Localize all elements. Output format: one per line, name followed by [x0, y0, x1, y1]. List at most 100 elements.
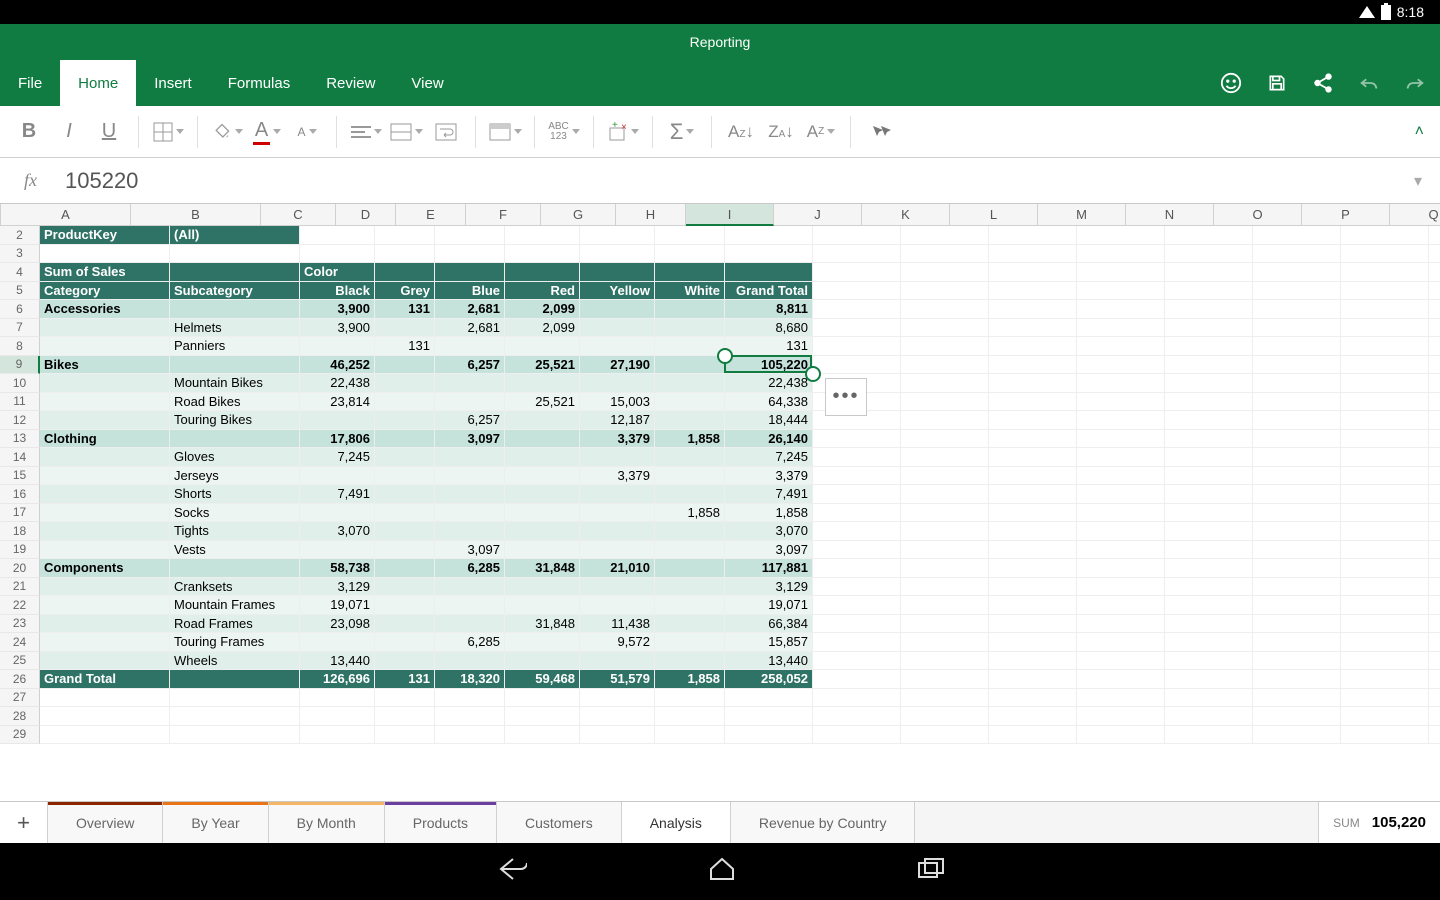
- cell[interactable]: [725, 245, 813, 264]
- cell[interactable]: [1429, 245, 1440, 264]
- cell[interactable]: Helmets: [170, 319, 300, 338]
- font-color-button[interactable]: A: [250, 115, 284, 149]
- cell[interactable]: Grand Total: [725, 282, 813, 301]
- cell[interactable]: [813, 578, 901, 597]
- cell[interactable]: [813, 726, 901, 745]
- number-format-button[interactable]: ABC123: [547, 115, 581, 149]
- cell[interactable]: [813, 226, 901, 245]
- cell[interactable]: 17,806: [300, 430, 375, 449]
- cell[interactable]: [813, 633, 901, 652]
- cell[interactable]: [1253, 411, 1341, 430]
- home-button[interactable]: [707, 855, 737, 888]
- wrap-button[interactable]: [429, 115, 463, 149]
- cell[interactable]: [1165, 282, 1253, 301]
- cell[interactable]: [989, 633, 1077, 652]
- cell[interactable]: [1341, 559, 1429, 578]
- cell[interactable]: (All): [170, 226, 300, 245]
- cell[interactable]: Tights: [170, 522, 300, 541]
- cell[interactable]: 15,857: [725, 633, 813, 652]
- underline-button[interactable]: U: [92, 115, 126, 149]
- cell[interactable]: [1341, 652, 1429, 671]
- cell[interactable]: [901, 596, 989, 615]
- cell[interactable]: [375, 485, 435, 504]
- cell[interactable]: [435, 522, 505, 541]
- cell[interactable]: [989, 282, 1077, 301]
- cell[interactable]: [655, 689, 725, 708]
- cell[interactable]: 3,097: [725, 541, 813, 560]
- cell[interactable]: [1429, 707, 1440, 726]
- cell[interactable]: [989, 652, 1077, 671]
- cell[interactable]: [813, 467, 901, 486]
- cell[interactable]: [1165, 319, 1253, 338]
- cell[interactable]: 22,438: [725, 374, 813, 393]
- cell[interactable]: 26,140: [725, 430, 813, 449]
- cell[interactable]: [40, 504, 170, 523]
- cell[interactable]: [435, 726, 505, 745]
- cell[interactable]: Subcategory: [170, 282, 300, 301]
- cell[interactable]: [1429, 689, 1440, 708]
- cell[interactable]: [655, 356, 725, 375]
- cell[interactable]: [901, 726, 989, 745]
- cell[interactable]: [1165, 596, 1253, 615]
- cell[interactable]: [435, 337, 505, 356]
- cell[interactable]: [901, 689, 989, 708]
- cell[interactable]: [989, 411, 1077, 430]
- cell[interactable]: [505, 430, 580, 449]
- cell[interactable]: 59,468: [505, 670, 580, 689]
- cell[interactable]: 3,129: [300, 578, 375, 597]
- cell[interactable]: 7,245: [300, 448, 375, 467]
- cell[interactable]: [1253, 559, 1341, 578]
- cell[interactable]: [989, 245, 1077, 264]
- cell[interactable]: [375, 374, 435, 393]
- cell[interactable]: 1,858: [655, 430, 725, 449]
- cell[interactable]: [901, 578, 989, 597]
- cell[interactable]: 1,858: [655, 670, 725, 689]
- cell[interactable]: [1429, 559, 1440, 578]
- row-header-12[interactable]: 12: [0, 411, 40, 430]
- tab-home[interactable]: Home: [60, 60, 136, 106]
- cell[interactable]: [1429, 337, 1440, 356]
- cell[interactable]: [40, 374, 170, 393]
- recent-apps-button[interactable]: [917, 857, 945, 886]
- cell[interactable]: Jerseys: [170, 467, 300, 486]
- cell[interactable]: [901, 300, 989, 319]
- col-header-G[interactable]: G: [541, 204, 616, 226]
- col-header-I[interactable]: I: [686, 204, 774, 226]
- cell[interactable]: [170, 689, 300, 708]
- row-header-14[interactable]: 14: [0, 448, 40, 467]
- cell[interactable]: [40, 689, 170, 708]
- sort-desc-button[interactable]: ZA↓: [764, 115, 798, 149]
- cell[interactable]: [655, 559, 725, 578]
- cell[interactable]: 3,379: [725, 467, 813, 486]
- save-icon[interactable]: [1266, 72, 1288, 94]
- cell[interactable]: [901, 504, 989, 523]
- row-header-2[interactable]: 2: [0, 226, 40, 245]
- sheet-tab[interactable]: By Year: [163, 802, 268, 843]
- cell[interactable]: Socks: [170, 504, 300, 523]
- row-header-20[interactable]: 20: [0, 559, 40, 578]
- cell[interactable]: [1077, 615, 1165, 634]
- cell[interactable]: [1341, 541, 1429, 560]
- cell[interactable]: [655, 652, 725, 671]
- cell[interactable]: Road Frames: [170, 615, 300, 634]
- cell[interactable]: [40, 411, 170, 430]
- cell[interactable]: [1077, 337, 1165, 356]
- cell-styles-button[interactable]: [488, 115, 522, 149]
- cell[interactable]: [1253, 504, 1341, 523]
- cell[interactable]: [1253, 374, 1341, 393]
- cell[interactable]: [435, 578, 505, 597]
- cell[interactable]: [170, 726, 300, 745]
- cell[interactable]: [1165, 300, 1253, 319]
- cell[interactable]: Grey: [375, 282, 435, 301]
- col-header-K[interactable]: K: [862, 204, 950, 226]
- cell[interactable]: [1253, 522, 1341, 541]
- cell[interactable]: [1165, 374, 1253, 393]
- cell[interactable]: [580, 263, 655, 282]
- cell[interactable]: [435, 652, 505, 671]
- cell[interactable]: [1253, 319, 1341, 338]
- cell[interactable]: [375, 559, 435, 578]
- cell[interactable]: [1341, 300, 1429, 319]
- formula-value[interactable]: 105220: [65, 168, 1406, 194]
- cell[interactable]: [1341, 670, 1429, 689]
- cell[interactable]: [1429, 485, 1440, 504]
